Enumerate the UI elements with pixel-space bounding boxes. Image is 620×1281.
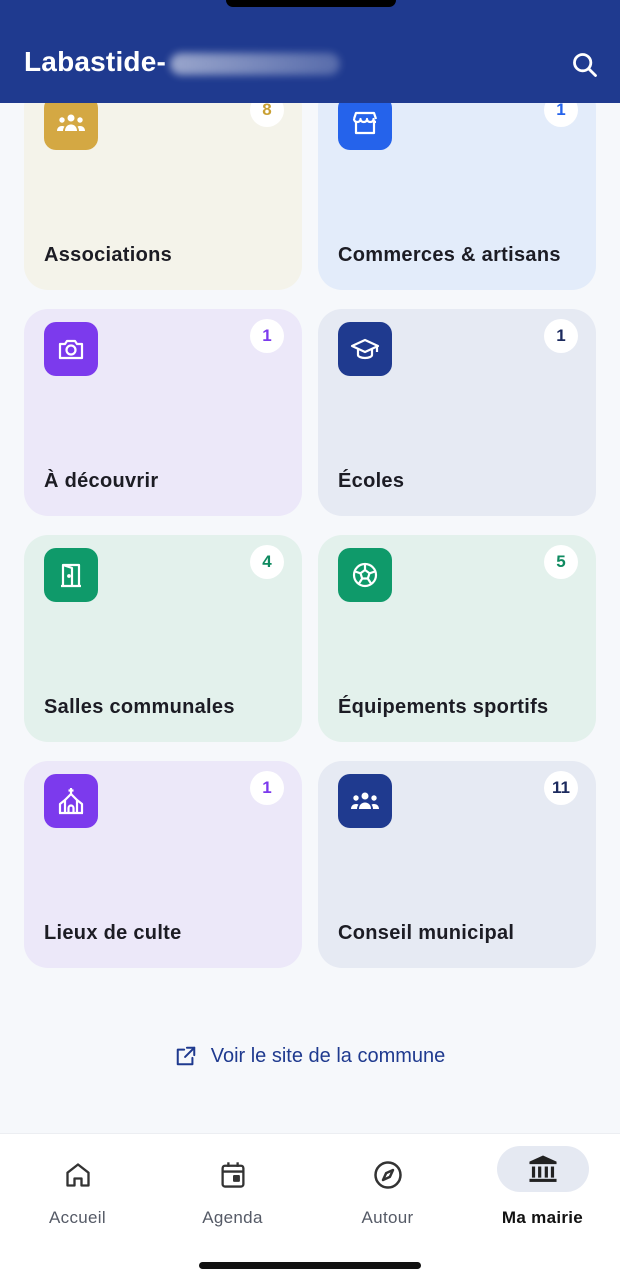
search-icon	[573, 53, 597, 77]
card-equipements-sportifs[interactable]: 5 Équipements sportifs	[318, 535, 596, 742]
city-hall-icon	[496, 1146, 589, 1192]
people-group-icon	[338, 774, 392, 828]
football-icon	[338, 548, 392, 602]
tab-label: Ma mairie	[501, 1208, 584, 1227]
count-badge: 8	[250, 103, 284, 127]
search-button[interactable]	[568, 48, 602, 82]
card-salles-communales[interactable]: 4 Salles communales	[24, 535, 302, 742]
bottom-tab-bar: Accueil Agenda Autour Ma mairie	[0, 1133, 620, 1281]
commune-title-text: Labastide-	[24, 46, 167, 77]
card-label: À découvrir	[44, 470, 159, 492]
count-badge: 5	[544, 545, 578, 579]
graduation-cap-icon	[338, 322, 392, 376]
card-label: Écoles	[338, 470, 405, 492]
compass-icon	[358, 1152, 418, 1198]
commune-website-link[interactable]: Voir le site de la commune	[0, 1041, 620, 1071]
count-badge: 1	[544, 103, 578, 127]
commune-title[interactable]: Labastide-	[24, 46, 341, 78]
redacted-name	[170, 52, 341, 75]
count-badge: 1	[250, 319, 284, 353]
tab-label: Accueil	[49, 1208, 106, 1227]
count-badge: 4	[250, 545, 284, 579]
home-icon	[48, 1152, 108, 1198]
card-label: Conseil municipal	[338, 922, 515, 944]
tab-label: Agenda	[202, 1208, 263, 1227]
card-label: Équipements sportifs	[338, 696, 549, 718]
count-badge: 1	[544, 319, 578, 353]
storefront-icon	[338, 103, 392, 150]
external-link-icon	[176, 1046, 195, 1066]
commune-website-label: Voir le site de la commune	[210, 1044, 446, 1067]
door-icon	[44, 548, 98, 602]
calendar-icon	[203, 1152, 263, 1198]
tab-accueil[interactable]: Accueil	[0, 1144, 155, 1234]
count-badge: 11	[544, 771, 578, 805]
card-label: Lieux de culte	[44, 922, 182, 944]
tab-autour[interactable]: Autour	[310, 1144, 465, 1234]
count-badge: 1	[250, 771, 284, 805]
card-commerces-artisans[interactable]: 1 Commerces & artisans	[318, 103, 596, 290]
card-conseil-municipal[interactable]: 11 Conseil municipal	[318, 761, 596, 968]
tab-ma-mairie[interactable]: Ma mairie	[465, 1144, 620, 1234]
main-content[interactable]: 8 Associations 1 Commerces & artisans 1	[0, 103, 620, 1133]
card-label: Commerces & artisans	[338, 244, 561, 266]
card-lieux-de-culte[interactable]: 1 Lieux de culte	[24, 761, 302, 968]
card-ecoles[interactable]: 1 Écoles	[318, 309, 596, 516]
card-a-decouvrir[interactable]: 1 À découvrir	[24, 309, 302, 516]
card-associations[interactable]: 8 Associations	[24, 103, 302, 290]
home-indicator	[199, 1262, 421, 1269]
camera-icon	[44, 322, 98, 376]
church-icon	[44, 774, 98, 828]
card-label: Associations	[44, 244, 173, 266]
tab-label: Autour	[361, 1208, 414, 1227]
people-group-icon	[44, 103, 98, 150]
tab-agenda[interactable]: Agenda	[155, 1144, 310, 1234]
card-label: Salles communales	[44, 696, 235, 718]
app-header: Labastide-	[0, 0, 620, 103]
device-notch	[226, 0, 396, 7]
